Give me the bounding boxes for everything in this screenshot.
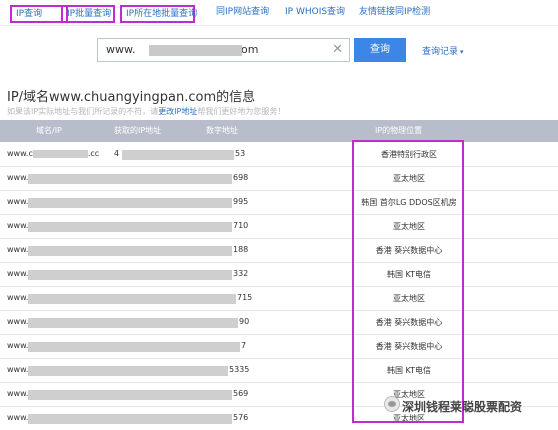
col-resolved-ip: 获取的IP地址	[114, 126, 162, 135]
watermark: 深圳钱程莱聪股票配资	[402, 400, 523, 414]
table-row: www. 698 亚太地区	[0, 167, 558, 191]
page-title: IP/域名www.chuangyingpan.com的信息	[7, 90, 256, 105]
row-redaction	[28, 270, 232, 280]
note-text: 如果该IP实际地址与我们所记录的不符，请	[7, 107, 159, 116]
top-nav: IP查询 IP批量查询 IP所在地批量查询 同IP网站查询 IP WHOIS查询…	[0, 0, 558, 26]
tab-ip-whois-query[interactable]: IP WHOIS查询	[285, 5, 345, 19]
row-redaction	[28, 294, 236, 304]
search-value-prefix: www.	[106, 43, 136, 56]
domain-cell: www.	[7, 341, 29, 350]
row-redaction	[28, 390, 232, 400]
domain-cell: www.	[7, 413, 29, 422]
domain-cell: www.	[7, 365, 29, 374]
table-row: www. 90 香港 葵兴数据中心	[0, 311, 558, 335]
number-cell: 332	[233, 269, 249, 278]
domain-cell: www.c .cc	[7, 149, 100, 158]
ip-cell: 4	[114, 149, 120, 158]
number-cell: 5335	[229, 365, 250, 374]
row-redaction	[28, 246, 232, 256]
search-redaction	[149, 45, 242, 56]
row-redaction	[28, 174, 232, 184]
number-cell: 569	[233, 389, 249, 398]
info-note: 如果该IP实际地址与我们所记录的不符，请更改IP地址帮我们更好地为您服务！	[7, 106, 285, 117]
query-history-label: 查询记录	[422, 47, 459, 57]
number-cell: 53	[235, 149, 246, 158]
domain-cell: www.	[7, 197, 29, 206]
number-cell: 188	[233, 245, 249, 254]
number-cell: 698	[233, 173, 249, 182]
close-icon[interactable]: ✕	[332, 42, 343, 58]
table-row: www.c .cc 4 53 香港特别行政区	[0, 143, 558, 167]
domain-cell: www.	[7, 317, 29, 326]
tab-friend-link-same-ip[interactable]: 友情链接同IP检测	[359, 5, 430, 19]
domain-cell: www.	[7, 173, 29, 182]
row-redaction	[28, 342, 240, 352]
wechat-icon	[384, 396, 400, 412]
table-row: www. 5335 韩国 KT电信	[0, 359, 558, 383]
row-redaction	[28, 366, 228, 376]
query-history-link[interactable]: 查询记录 ▾	[422, 44, 464, 57]
tab-same-ip-site-query[interactable]: 同IP网站查询	[216, 5, 269, 19]
tab-ip-query[interactable]: IP查询	[10, 5, 68, 23]
number-cell: 715	[237, 293, 253, 302]
table-header: 域名/IP 获取的IP地址 数字地址 IP的物理位置	[0, 120, 558, 142]
ip-redaction	[122, 150, 234, 160]
row-redaction	[28, 198, 232, 208]
table-row: www. 715 亚太地区	[0, 287, 558, 311]
table-row: www. 710 亚太地区	[0, 215, 558, 239]
table-row: www. 7 香港 葵兴数据中心	[0, 335, 558, 359]
number-cell: 995	[233, 197, 249, 206]
location-highlight-box	[352, 140, 464, 423]
domain-cell: www.	[7, 293, 29, 302]
change-ip-link[interactable]: 更改IP地址	[158, 107, 197, 116]
number-cell: 710	[233, 221, 249, 230]
number-cell: 90	[239, 317, 250, 326]
table-row: www. 995 韩国 首尔LG DDOS区机房	[0, 191, 558, 215]
table-row: www. 188 香港 葵兴数据中心	[0, 239, 558, 263]
row-redaction	[28, 222, 232, 232]
tab-ip-batch-query[interactable]: IP批量查询	[61, 5, 115, 23]
col-numeric-address: 数字地址	[206, 126, 238, 135]
col-domain-ip: 域名/IP	[36, 126, 62, 135]
domain-cell: www.	[7, 389, 29, 398]
row-redaction	[28, 414, 232, 424]
search-box[interactable]: www. .com ✕	[97, 38, 350, 62]
domain-cell: www.	[7, 221, 29, 230]
tab-ip-location-batch-query[interactable]: IP所在地批量查询	[120, 5, 197, 23]
col-physical-location: IP的物理位置	[375, 126, 423, 135]
search-button[interactable]: 查询	[354, 38, 406, 62]
domain-cell: www.	[7, 269, 29, 278]
chevron-down-icon: ▾	[460, 48, 464, 56]
table-row: www. 332 韩国 KT电信	[0, 263, 558, 287]
number-cell: 576	[233, 413, 249, 422]
domain-cell: www.	[7, 245, 29, 254]
note-tail: 帮我们更好地为您服务！	[197, 107, 286, 116]
row-redaction	[28, 318, 238, 328]
number-cell: 7	[241, 341, 247, 350]
